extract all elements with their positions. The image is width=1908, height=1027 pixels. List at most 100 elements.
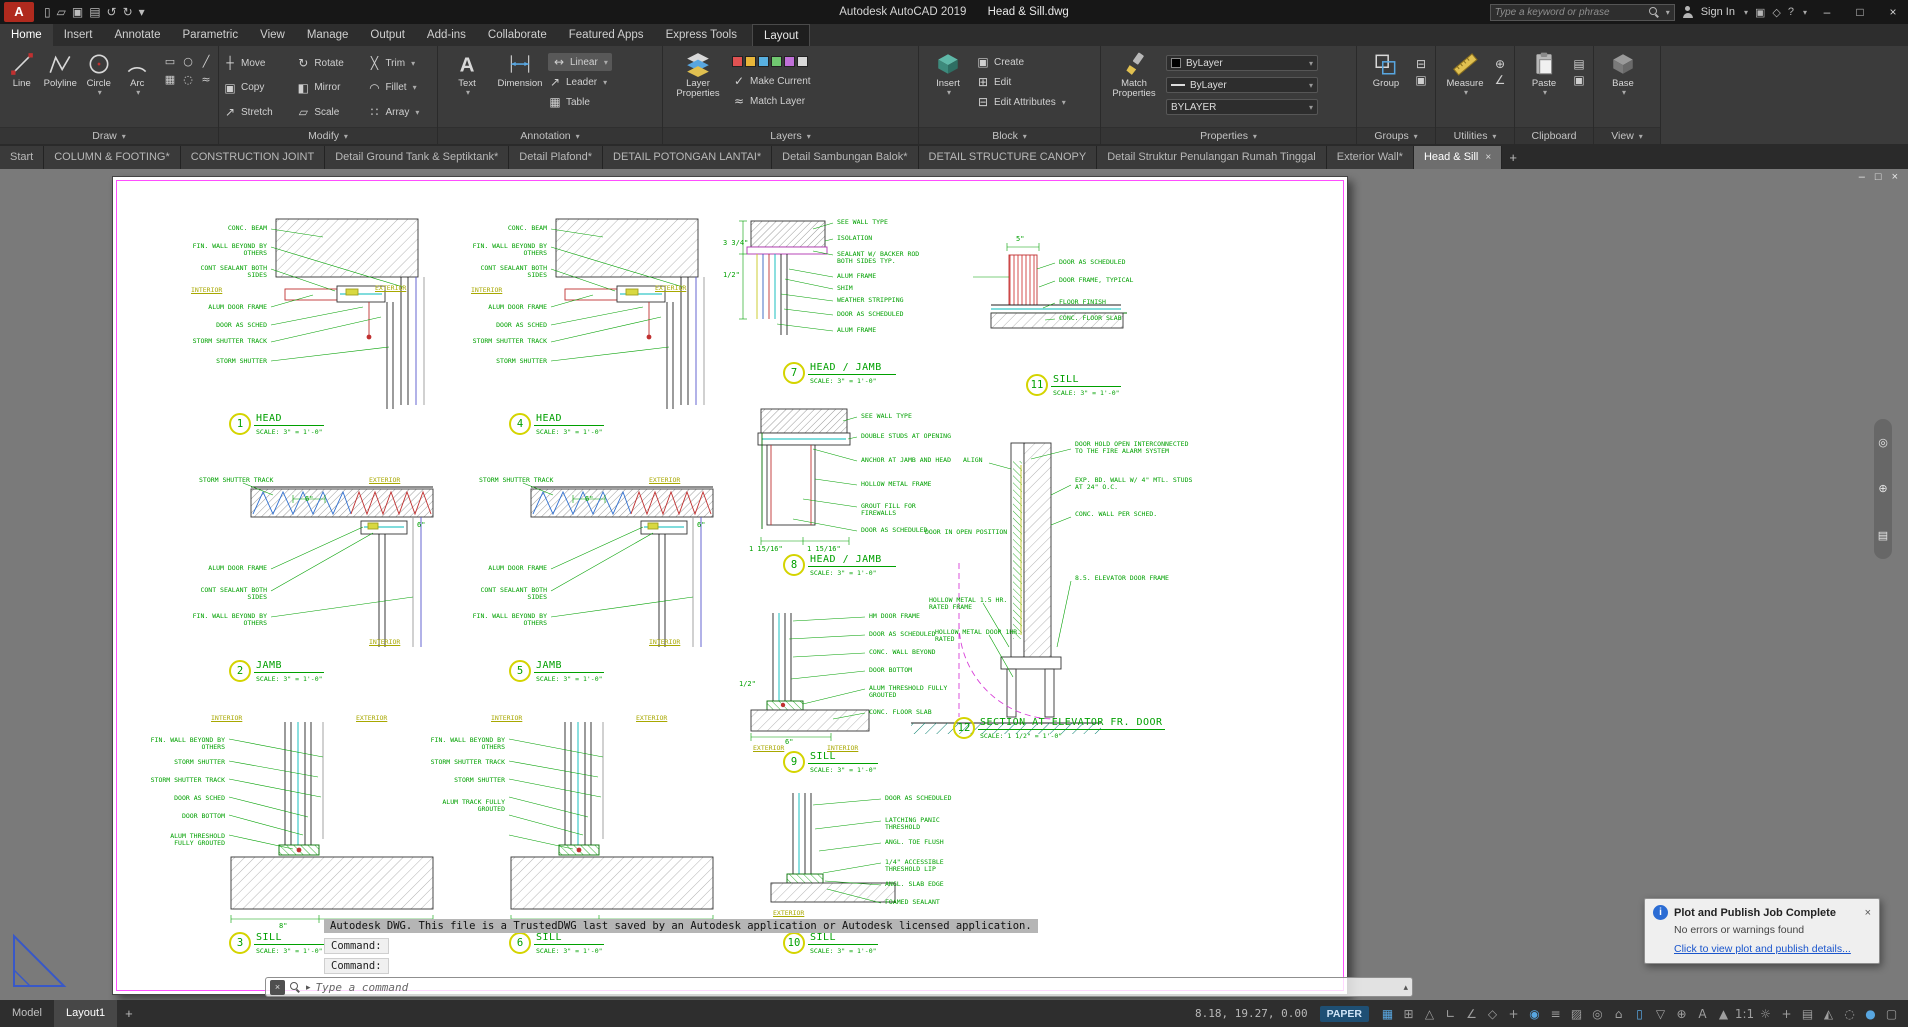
object-snap-icon[interactable]: ◉ [1524,1007,1545,1021]
workspace-switching-icon[interactable]: ☼ [1755,1007,1776,1021]
linear-dimension-button[interactable]: ↔Linear▾ [548,53,612,71]
layer-properties-button[interactable]: Layer Properties [667,49,729,100]
help-icon[interactable]: ? [1788,6,1794,18]
insert-block-button[interactable]: Insert▾ [923,49,973,98]
command-scroll-up-icon[interactable]: ▴ [1403,982,1408,993]
app-store-icon[interactable]: ▣ [1755,6,1765,19]
leader-button[interactable]: ↗Leader▾ [548,73,612,91]
autocad-logo-icon[interactable]: A [4,2,34,22]
lock-ui-icon[interactable]: ◭ [1818,1007,1839,1021]
xline-icon[interactable]: ╱ [198,55,214,71]
ungroup-icon[interactable]: ⊟ [1414,57,1428,71]
file-tab-close-icon[interactable]: × [1485,152,1491,163]
scale-tool-button[interactable]: ▱Scale [296,103,357,121]
command-input[interactable] [316,981,1399,994]
dynamic-ucs-icon[interactable]: ⌂ [1608,1007,1629,1021]
undo-icon[interactable]: ↺ [107,5,117,19]
file-tab-detail-ground-tank-septiktank[interactable]: Detail Ground Tank & Septiktank* [325,146,509,169]
file-tab-start[interactable]: Start [0,146,44,169]
navigation-bar[interactable]: ◎ ⊕ ▤ [1874,419,1892,559]
layer-plot-icon[interactable] [784,56,795,67]
match-properties-button[interactable]: Match Properties [1105,49,1163,100]
cut-icon[interactable]: ▤ [1572,57,1586,71]
paper-sheet[interactable]: CONC. BEAMFIN. WALL BEYOND BY OTHERSCONT… [112,176,1348,995]
copy-tool-button[interactable]: ▣Copy [223,79,286,97]
command-recent-carat-icon[interactable]: ▸ [306,982,311,993]
quick-select-icon[interactable]: ⊕ [1493,57,1507,71]
rectangle-icon[interactable]: ▭ [162,55,178,71]
save-icon[interactable]: ▣ [72,5,83,19]
rotate-tool-button[interactable]: ↻Rotate [296,54,357,72]
edit-block-button[interactable]: ⊞Edit [976,73,1066,91]
point-icon[interactable]: ◌ [180,73,196,89]
file-tab-detail-potongan-lantai[interactable]: DETAIL POTONGAN LANTAI* [603,146,772,169]
file-tab-detail-plafond[interactable]: Detail Plafond* [509,146,603,169]
maximize-button[interactable]: □ [1847,5,1873,19]
infer-constraints-icon[interactable]: △ [1419,1007,1440,1021]
mirror-tool-button[interactable]: ◧Mirror [296,79,357,97]
lineweight-dropdown[interactable]: ByLayer▾ [1166,77,1318,93]
transparency-icon[interactable]: ▨ [1566,1007,1587,1021]
arc-tool-button[interactable]: Arc▾ [120,49,156,98]
array-tool-button[interactable]: ∷Array▾ [367,103,433,121]
file-tab-detail-struktur-penulangan-rumah-tinggal[interactable]: Detail Struktur Penulangan Rumah Tinggal [1097,146,1327,169]
line-tool-button[interactable]: Line [4,49,40,89]
stretch-tool-button[interactable]: ↗Stretch [223,103,286,121]
redo-icon[interactable]: ↻ [123,5,133,19]
annotation-scale-icon[interactable]: 1:1 [1734,1007,1755,1021]
hatch-icon[interactable]: ▦ [162,73,178,89]
edit-attributes-button[interactable]: ⊟Edit Attributes▾ [976,93,1066,111]
dimension-tool-button[interactable]: Dimension [495,49,545,89]
clean-screen-icon[interactable]: ▢ [1881,1007,1902,1021]
layer-color-icon[interactable] [732,56,743,67]
layer-isolate-icon[interactable] [797,56,808,67]
table-button[interactable]: ▦Table [548,93,612,111]
layers-panel-expander[interactable]: Layers ▾ [663,127,918,144]
toast-details-link[interactable]: Click to view plot and publish details..… [1674,943,1851,955]
toast-close-icon[interactable]: × [1865,907,1871,919]
ribbon-tab-parametric[interactable]: Parametric [172,24,250,46]
ortho-mode-icon[interactable]: ∟ [1440,1007,1461,1021]
layout1-tab[interactable]: Layout1 [54,1000,117,1027]
lineweight-icon[interactable]: ≡ [1545,1007,1566,1021]
group-button[interactable]: Group [1361,49,1411,89]
groups-panel-expander[interactable]: Groups ▾ [1357,127,1435,144]
command-close-icon[interactable]: × [270,980,285,995]
ribbon-tab-annotate[interactable]: Annotate [103,24,171,46]
quick-properties-icon[interactable]: ▤ [1797,1007,1818,1021]
doc-minimize-icon[interactable]: – [1859,171,1865,183]
layer-lock-icon[interactable] [758,56,769,67]
ribbon-tab-insert[interactable]: Insert [53,24,104,46]
drawing-area[interactable]: – □ × [0,169,1908,1000]
grid-icon[interactable]: ▦ [1377,1007,1398,1021]
ribbon-tab-layout[interactable]: Layout [752,24,811,46]
utilities-panel-expander[interactable]: Utilities ▾ [1436,127,1514,144]
ribbon-tab-collaborate[interactable]: Collaborate [477,24,558,46]
annotation-visibility-icon[interactable]: A [1692,1007,1713,1021]
file-tab-head-sill[interactable]: Head & Sill× [1414,146,1502,169]
ribbon-tab-featured-apps[interactable]: Featured Apps [558,24,655,46]
text-tool-button[interactable]: A Text▾ [442,49,492,98]
base-view-button[interactable]: Base▾ [1598,49,1648,98]
gizmo-icon[interactable]: ⊕ [1671,1007,1692,1021]
ribbon-tab-view[interactable]: View [249,24,296,46]
view-panel-expander[interactable]: View ▾ [1594,127,1660,144]
group-edit-icon[interactable]: ▣ [1414,73,1428,87]
sign-in-button[interactable]: Sign In [1701,6,1735,18]
trim-tool-button[interactable]: ╳Trim▾ [367,54,433,72]
graphics-performance-icon[interactable]: ● [1860,1007,1881,1021]
model-tab[interactable]: Model [0,1000,54,1027]
doc-close-icon[interactable]: × [1892,171,1898,183]
object-snap-tracking-icon[interactable]: + [1503,1007,1524,1021]
file-tab-detail-structure-canopy[interactable]: DETAIL STRUCTURE CANOPY [919,146,1098,169]
autoscale-icon[interactable]: ▲ [1713,1007,1734,1021]
file-tab-construction-joint[interactable]: CONSTRUCTION JOINT [181,146,325,169]
measure-button[interactable]: Measure▾ [1440,49,1490,98]
ribbon-tab-express-tools[interactable]: Express Tools [655,24,748,46]
ribbon-tab-output[interactable]: Output [359,24,416,46]
copy-clip-icon[interactable]: ▣ [1572,73,1586,87]
selection-filtering-icon[interactable]: ▽ [1650,1007,1671,1021]
isolate-objects-icon[interactable]: ◌ [1839,1007,1860,1021]
circle-tool-button[interactable]: Circle▾ [81,49,117,98]
command-search-icon[interactable] [290,982,301,993]
